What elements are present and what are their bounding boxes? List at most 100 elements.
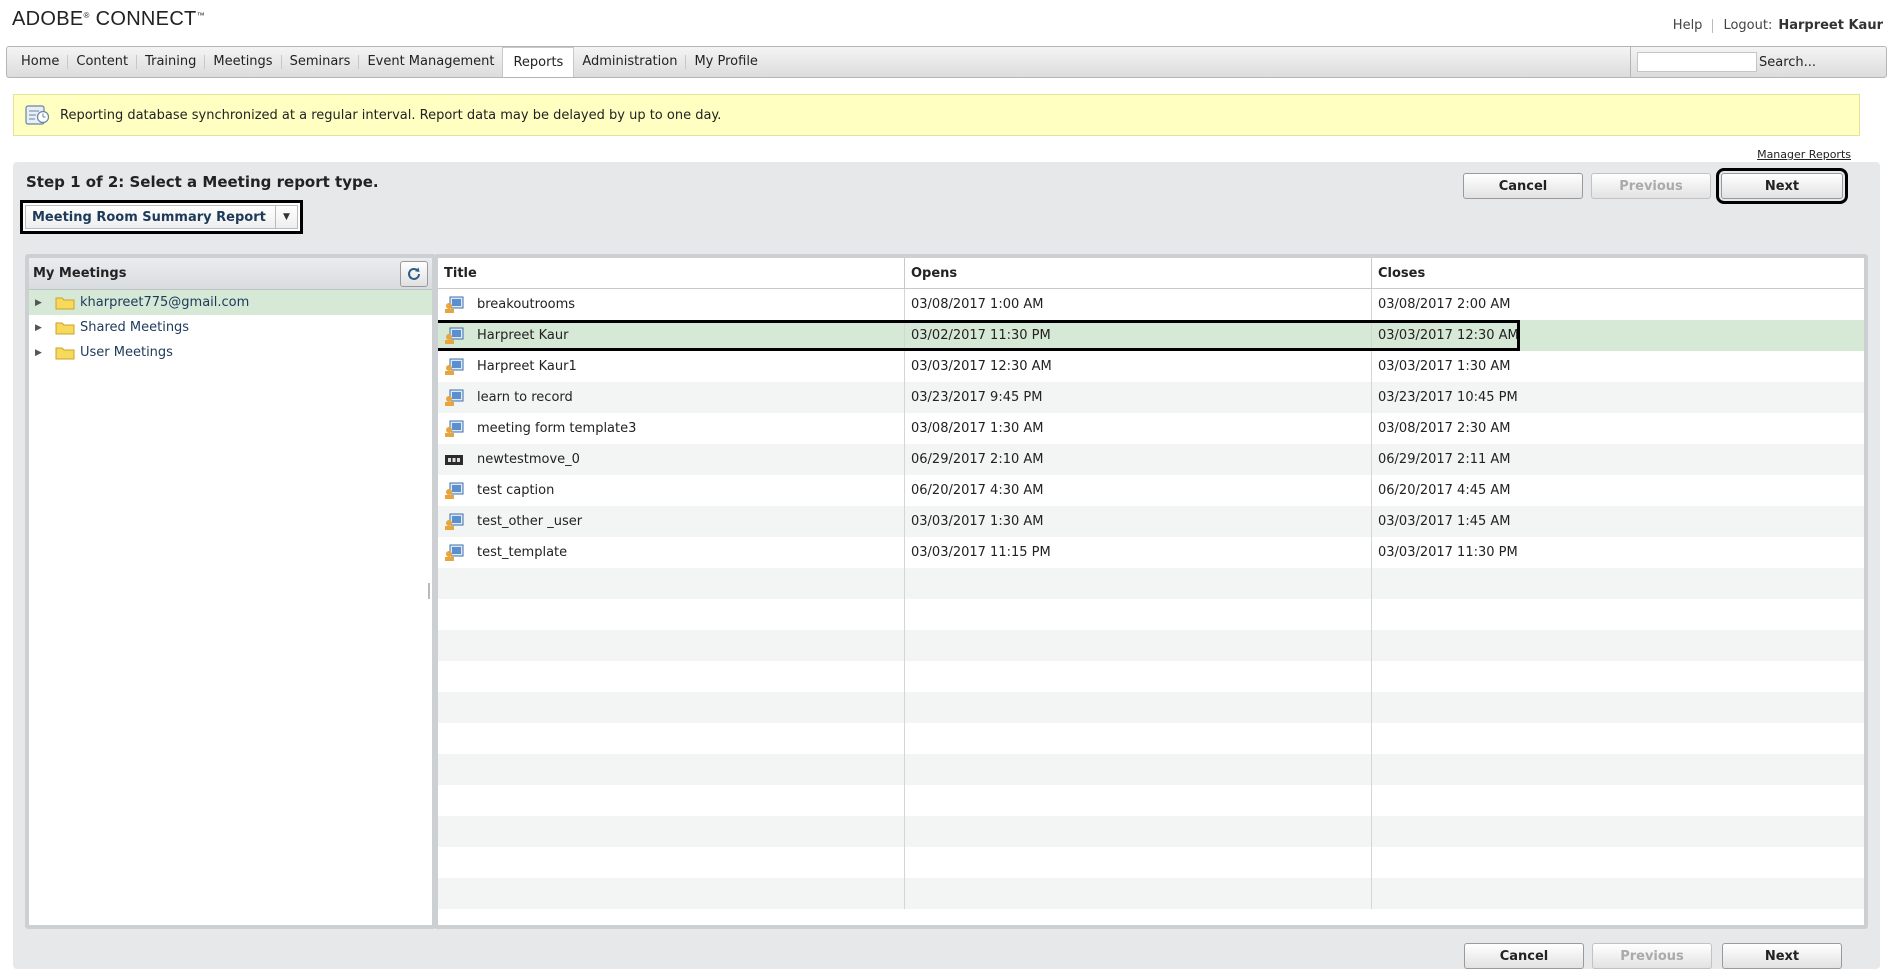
cell-opens: 03/03/2017 1:30 AM	[905, 506, 1372, 537]
previous-button-bottom[interactable]: Previous	[1592, 943, 1712, 969]
nav-tab-seminars[interactable]: Seminars	[282, 55, 360, 69]
report-type-dropdown[interactable]: Meeting Room Summary Report ▼	[20, 200, 303, 234]
tree-item[interactable]: ▶ Shared Meetings	[29, 315, 432, 340]
expand-arrow-icon[interactable]: ▶	[35, 348, 55, 358]
cell-empty	[1372, 847, 1864, 878]
nav-tab-administration[interactable]: Administration	[574, 55, 687, 69]
nav-tabs: Home Content Training Meetings Seminars Event…	[13, 47, 766, 77]
table-row-empty	[438, 630, 1864, 661]
meeting-icon	[445, 482, 464, 499]
nav-tab-event-management[interactable]: Event Management	[359, 55, 504, 69]
table-row[interactable]: test_template 03/03/2017 11:15 PM 03/03/20…	[438, 537, 1864, 568]
cell-closes: 03/03/2017 12:30 AM	[1378, 328, 1519, 343]
cell-opens: 03/08/2017 1:30 AM	[905, 413, 1372, 444]
cell-opens: 06/20/2017 4:30 AM	[905, 475, 1372, 506]
tree-item[interactable]: ▶ User Meetings	[29, 340, 432, 365]
table-row[interactable]: test caption 06/20/2017 4:30 AM 06/20/2017…	[438, 475, 1864, 506]
cell-empty	[438, 785, 905, 816]
refresh-button[interactable]	[400, 261, 428, 287]
cell-empty	[438, 723, 905, 754]
expand-arrow-icon[interactable]: ▶	[35, 323, 55, 333]
nav-tab-meetings[interactable]: Meetings	[205, 55, 282, 69]
table-row[interactable]: test_other _user 03/03/2017 1:30 AM 03/03/…	[438, 506, 1864, 537]
refresh-icon	[408, 267, 420, 280]
meeting-icon	[445, 513, 464, 530]
cell-title-text: test_template	[477, 545, 568, 560]
report-type-select[interactable]: Meeting Room Summary Report ▼	[25, 205, 298, 229]
cell-title: test caption	[438, 475, 905, 506]
nav-search: Search...	[1630, 47, 1886, 77]
tree-header-title: My Meetings	[33, 266, 127, 281]
column-header-title[interactable]: Title	[438, 258, 905, 288]
cell-opens: 06/29/2017 2:10 AM	[905, 444, 1372, 475]
table-row[interactable]: newtestmove_0 06/29/2017 2:10 AM 06/29/201…	[438, 444, 1864, 475]
column-header-opens[interactable]: Opens	[905, 258, 1372, 288]
cell-closes: 03/03/2017 11:30 PM	[1378, 545, 1518, 560]
cell-closes: 06/20/2017 4:45 AM	[1378, 483, 1511, 498]
cancel-button-bottom[interactable]: Cancel	[1464, 943, 1584, 969]
nav-tab-content[interactable]: Content	[68, 55, 138, 69]
table-row-empty	[438, 816, 1864, 847]
cancel-button-top[interactable]: Cancel	[1463, 173, 1583, 199]
sync-notice-banner: Reporting database synchronized at a reg…	[13, 94, 1860, 136]
chevron-down-icon[interactable]: ▼	[275, 206, 297, 228]
help-link[interactable]: Help	[1673, 18, 1703, 33]
cell-opens: 03/03/2017 11:15 PM	[905, 537, 1372, 568]
manager-reports-link[interactable]: Manager Reports	[1757, 148, 1851, 161]
cell-title: learn to record	[438, 382, 905, 413]
nav-tab-training[interactable]: Training	[137, 55, 206, 69]
search-button[interactable]: Search...	[1759, 55, 1816, 70]
meeting-icon	[445, 420, 464, 437]
cell-opens: 03/02/2017 11:30 PM	[905, 320, 1372, 351]
cell-empty	[438, 568, 905, 599]
cell-empty	[438, 754, 905, 785]
table-row[interactable]: meeting form template3 03/08/2017 1:30 AM…	[438, 413, 1864, 444]
tree-item[interactable]: ▶ kharpreet775@gmail.com	[29, 290, 432, 315]
logout-link[interactable]: Logout:	[1723, 18, 1772, 33]
table-row[interactable]: Harpreet Kaur 03/02/2017 11:30 PM 03/03/20…	[438, 320, 1864, 351]
meeting-icon	[445, 544, 464, 561]
meeting-icon	[445, 327, 464, 344]
tree-header: My Meetings	[29, 258, 432, 290]
folder-icon	[55, 297, 75, 309]
tree-item-label: Shared Meetings	[80, 320, 190, 335]
nav-tab-my-profile[interactable]: My Profile	[686, 55, 765, 69]
table-row-empty	[438, 847, 1864, 878]
cell-empty	[1372, 630, 1864, 661]
cell-closes: 03/03/2017 1:30 AM	[1378, 359, 1511, 374]
cell-empty	[438, 599, 905, 630]
cell-empty	[1372, 754, 1864, 785]
search-input[interactable]	[1637, 52, 1757, 72]
table-row[interactable]: learn to record 03/23/2017 9:45 PM 03/23/2…	[438, 382, 1864, 413]
folder-icon	[55, 347, 75, 359]
next-button-top[interactable]: Next	[1716, 168, 1848, 204]
next-button-bottom[interactable]: Next	[1722, 943, 1842, 969]
expand-arrow-icon[interactable]: ▶	[35, 298, 55, 308]
cell-empty	[905, 661, 1372, 692]
cell-title: breakoutrooms	[438, 289, 905, 320]
current-user-name: Harpreet Kaur	[1778, 18, 1883, 33]
nav-tab-home[interactable]: Home	[13, 55, 69, 69]
table-row[interactable]: Harpreet Kaur1 03/03/2017 12:30 AM 03/03/2…	[438, 351, 1864, 382]
cell-empty	[905, 816, 1372, 847]
meetings-table-panel: Title Opens Closes breakoutrooms 03/08/20…	[434, 254, 1868, 929]
tree-list: ▶ kharpreet775@gmail.com ▶ Shared Meetings ▶…	[29, 290, 432, 365]
cell-empty	[905, 599, 1372, 630]
cell-empty	[905, 847, 1372, 878]
table-row[interactable]: breakoutrooms 03/08/2017 1:00 AM 03/08/201…	[438, 289, 1864, 320]
adobe-connect-logo: ADOBE® CONNECT™	[12, 8, 205, 31]
column-header-closes[interactable]: Closes	[1372, 258, 1864, 288]
cell-closes: 06/29/2017 2:11 AM	[1378, 452, 1511, 467]
brand-registered-mark: ®	[83, 11, 90, 20]
cell-closes: 03/08/2017 2:00 AM	[1378, 297, 1511, 312]
cell-empty	[438, 630, 905, 661]
previous-button-top[interactable]: Previous	[1591, 173, 1711, 199]
cell-empty	[905, 723, 1372, 754]
nav-tab-reports[interactable]: Reports	[502, 47, 575, 77]
my-meetings-tree-panel: My Meetings ▶ kharpreet775@gmail.com ▶ Shar…	[25, 254, 436, 929]
table-row-empty	[438, 692, 1864, 723]
meeting-icon	[445, 296, 464, 313]
cell-empty	[905, 785, 1372, 816]
cell-empty	[905, 630, 1372, 661]
panel-splitter[interactable]	[426, 580, 432, 602]
